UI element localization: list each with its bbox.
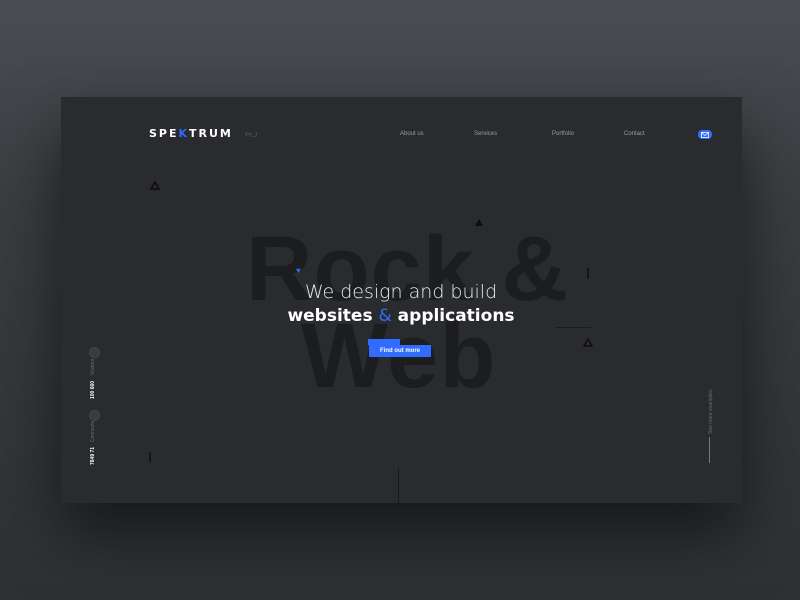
scroll-hint[interactable]: See more examples xyxy=(706,379,714,469)
connects-icon xyxy=(89,410,100,421)
stat-connects-label: Connects xyxy=(90,420,96,442)
stat-connects-value: 7849 71 xyxy=(90,446,96,465)
triangle-decoration xyxy=(475,219,483,226)
mail-icon xyxy=(701,131,709,138)
headline-ampersand: & xyxy=(378,306,392,326)
headline-applications: applications xyxy=(397,306,515,326)
logo-text: SPEKTRUM xyxy=(149,127,233,140)
heart-icon: ♥ xyxy=(296,266,301,275)
scroll-arrow-icon xyxy=(709,437,710,463)
triangle-decoration xyxy=(583,338,593,347)
stat-visitors-value: 100 660 xyxy=(90,380,96,399)
nav-about-us[interactable]: About us xyxy=(400,131,424,137)
mail-button[interactable] xyxy=(698,130,712,139)
logo[interactable]: SPEKTRUM Pr.J xyxy=(149,127,257,140)
nav-contact[interactable]: Contact xyxy=(624,131,645,137)
logo-accent: K xyxy=(178,127,190,140)
find-out-more-button[interactable]: Find out more xyxy=(369,345,431,357)
headline-line2: websites & applications xyxy=(273,306,529,326)
headline-websites: websites xyxy=(287,306,373,326)
visitors-icon xyxy=(89,347,100,358)
scroll-hint-label: See more examples xyxy=(708,389,714,434)
landing-card: Rock & Web SPEKTRUM Pr.J About us Servic… xyxy=(61,97,742,503)
center-divider xyxy=(398,467,399,503)
line-decoration xyxy=(587,268,589,279)
headline-line1: We design and build xyxy=(304,281,498,303)
logo-prefix: SPE xyxy=(149,127,179,140)
logo-suffix: TRUM xyxy=(189,127,233,140)
line-decoration xyxy=(555,327,591,328)
stats-sidebar: 100 660 Visitors 7849 71 Connects xyxy=(87,347,101,467)
nav-portfolio[interactable]: Portfolio xyxy=(552,131,574,137)
line-decoration xyxy=(149,452,151,462)
main-nav: About us Services Portfolio Contact xyxy=(399,130,717,141)
stat-visitors-label: Visitors xyxy=(90,358,96,375)
triangle-decoration xyxy=(150,181,160,190)
logo-tag: Pr.J xyxy=(244,132,258,139)
nav-services[interactable]: Services xyxy=(474,131,497,137)
